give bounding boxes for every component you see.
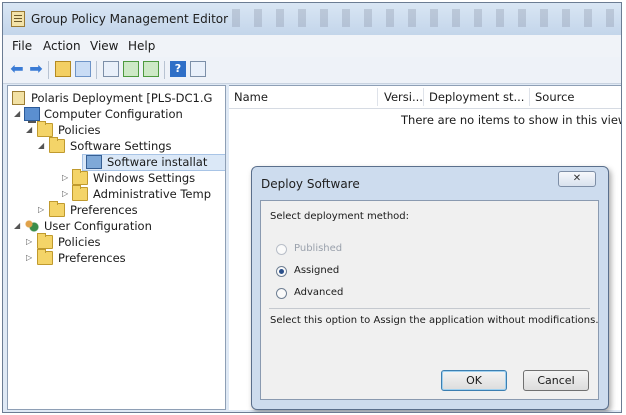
tree-node-label: Policies bbox=[58, 235, 101, 249]
tree-node-root[interactable]: Polaris Deployment [PLS-DC1.G bbox=[12, 90, 225, 106]
gpo-editor-icon bbox=[11, 11, 25, 27]
folder-icon bbox=[37, 121, 53, 137]
column-header-version[interactable]: Versi... bbox=[384, 90, 423, 104]
tree-node-preferences[interactable]: ▷ Preferences bbox=[12, 201, 225, 218]
expand-arrow-icon[interactable]: ▷ bbox=[26, 250, 34, 266]
cancel-button[interactable]: Cancel bbox=[523, 370, 589, 391]
help-icon[interactable]: ? bbox=[170, 61, 186, 77]
tree-node-label: Polaris Deployment [PLS-DC1.G bbox=[31, 91, 213, 105]
assigned-label[interactable]: Assigned bbox=[294, 265, 339, 276]
collapse-arrow-icon[interactable]: ◢ bbox=[14, 218, 22, 234]
folder-icon bbox=[37, 249, 53, 265]
menu-bar: File Action View Help bbox=[3, 35, 621, 58]
expand-arrow-icon[interactable]: ▷ bbox=[26, 234, 34, 250]
folder-icon bbox=[72, 169, 88, 185]
tree-node-label: Software installat bbox=[107, 155, 208, 169]
tree-node-label: Windows Settings bbox=[93, 171, 196, 185]
advanced-label[interactable]: Advanced bbox=[294, 287, 343, 298]
collapse-arrow-icon[interactable]: ◢ bbox=[38, 138, 46, 154]
folder-icon bbox=[49, 201, 65, 217]
properties-icon[interactable] bbox=[103, 61, 119, 77]
dialog-title: Deploy Software bbox=[261, 177, 360, 191]
method-description: Select this option to Assign the applica… bbox=[270, 315, 599, 326]
computer-icon bbox=[24, 107, 40, 123]
gpo-icon bbox=[12, 91, 25, 105]
column-header-name[interactable]: Name bbox=[234, 90, 268, 104]
tree-node-label: Preferences bbox=[70, 203, 138, 217]
tree-node-policies[interactable]: ◢ Policies bbox=[12, 121, 225, 138]
list-header: Name Versi... Deployment st... Source bbox=[229, 86, 621, 109]
console-view-icon[interactable] bbox=[190, 61, 206, 77]
window-title: Group Policy Management Editor bbox=[31, 12, 229, 26]
folder-icon bbox=[49, 137, 65, 153]
published-radio bbox=[276, 244, 287, 255]
show-hide-tree-icon[interactable] bbox=[75, 61, 91, 77]
tree-node-user-policies[interactable]: ▷ Policies bbox=[12, 233, 225, 250]
expand-arrow-icon[interactable]: ▷ bbox=[38, 202, 46, 218]
folder-icon bbox=[37, 233, 53, 249]
export-list-icon[interactable] bbox=[143, 61, 159, 77]
menu-help[interactable]: Help bbox=[128, 39, 155, 53]
column-separator[interactable] bbox=[377, 88, 378, 106]
back-arrow-icon[interactable]: ⬅ bbox=[9, 61, 25, 77]
menu-file[interactable]: File bbox=[12, 39, 32, 53]
tree-node-label: Software Settings bbox=[70, 139, 172, 153]
close-button[interactable]: ✕ bbox=[558, 171, 596, 187]
tree-node-label: Preferences bbox=[58, 251, 126, 265]
collapse-arrow-icon[interactable]: ◢ bbox=[14, 106, 22, 122]
tree-node-label: Computer Configuration bbox=[44, 107, 183, 121]
published-label: Published bbox=[294, 243, 343, 254]
empty-list-message: There are no items to show in this view. bbox=[401, 113, 622, 127]
toolbar-separator bbox=[96, 61, 97, 79]
tree-node-software-installation[interactable]: Software installat bbox=[12, 154, 225, 170]
folder-icon bbox=[72, 185, 88, 201]
tree-node-label: Administrative Temp bbox=[93, 187, 212, 201]
title-bar-decoration bbox=[218, 9, 618, 27]
console-tree: Polaris Deployment [PLS-DC1.G ◢ Computer… bbox=[7, 85, 226, 410]
title-bar[interactable]: Group Policy Management Editor bbox=[3, 3, 621, 35]
tree-node-software-settings[interactable]: ◢ Software Settings bbox=[12, 137, 225, 154]
tree-node-user-configuration[interactable]: ◢ User Configuration bbox=[12, 218, 225, 234]
tree-node-windows-settings[interactable]: ▷ Windows Settings bbox=[12, 169, 225, 186]
column-separator[interactable] bbox=[529, 88, 530, 106]
tree-node-label: User Configuration bbox=[44, 219, 152, 233]
expand-arrow-icon[interactable]: ▷ bbox=[62, 170, 70, 186]
toolbar-separator bbox=[48, 61, 49, 79]
users-icon bbox=[24, 219, 40, 233]
deploy-software-dialog: Deploy Software ✕ Select deployment meth… bbox=[251, 166, 609, 410]
tree-node-user-preferences[interactable]: ▷ Preferences bbox=[12, 249, 225, 266]
tree-node-administrative-templates[interactable]: ▷ Administrative Temp bbox=[12, 185, 225, 202]
gpme-window: Group Policy Management Editor File Acti… bbox=[2, 2, 622, 413]
expand-arrow-icon[interactable]: ▷ bbox=[62, 186, 70, 202]
column-header-deployment-state[interactable]: Deployment st... bbox=[429, 90, 524, 104]
advanced-radio[interactable] bbox=[276, 288, 287, 299]
refresh-icon[interactable] bbox=[123, 61, 139, 77]
software-package-icon bbox=[86, 155, 102, 169]
ok-button[interactable]: OK bbox=[441, 370, 507, 391]
folder-up-icon[interactable] bbox=[55, 61, 71, 77]
deployment-method-prompt: Select deployment method: bbox=[270, 211, 410, 222]
column-separator[interactable] bbox=[423, 88, 424, 106]
menu-action[interactable]: Action bbox=[43, 39, 81, 53]
dialog-content: Select deployment method: Published Assi… bbox=[260, 200, 599, 400]
menu-view[interactable]: View bbox=[90, 39, 118, 53]
forward-arrow-icon[interactable]: ➡ bbox=[28, 61, 44, 77]
tree-node-computer-configuration[interactable]: ◢ Computer Configuration bbox=[12, 106, 225, 123]
column-header-source[interactable]: Source bbox=[535, 90, 575, 104]
toolbar: ⬅ ➡ ? bbox=[3, 57, 621, 84]
tree-node-label: Policies bbox=[58, 123, 101, 137]
dialog-divider bbox=[269, 308, 590, 309]
collapse-arrow-icon[interactable]: ◢ bbox=[26, 122, 34, 138]
toolbar-separator bbox=[164, 61, 165, 79]
assigned-radio[interactable] bbox=[276, 266, 287, 277]
